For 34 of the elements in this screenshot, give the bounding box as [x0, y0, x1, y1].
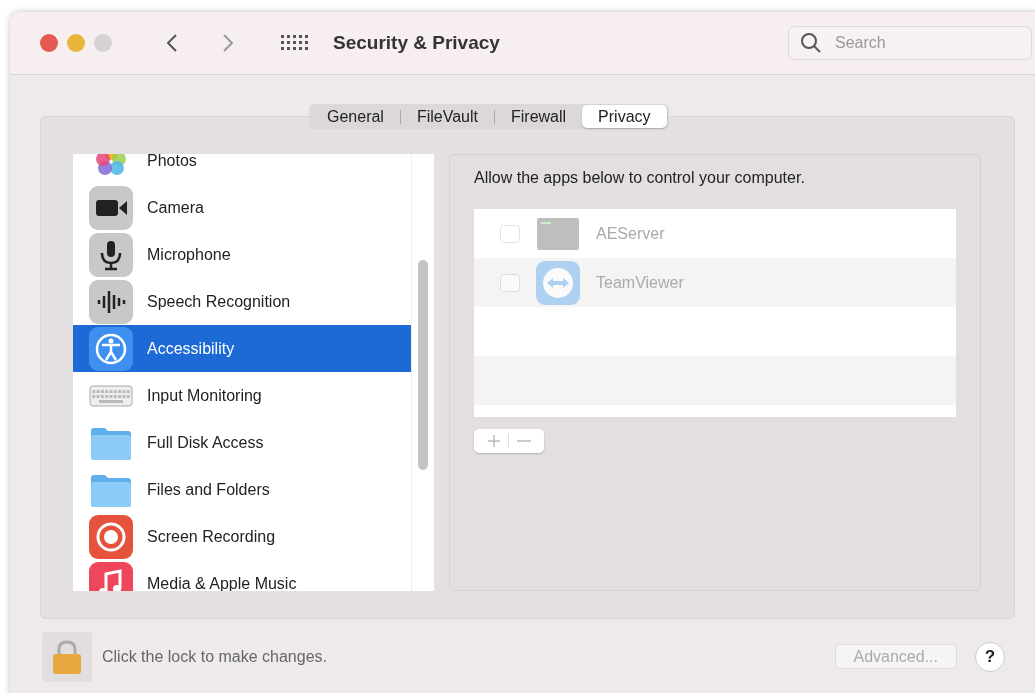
category-item[interactable]: Screen Recording [73, 513, 411, 560]
category-item[interactable]: Files and Folders [73, 466, 411, 513]
microphone-icon [89, 232, 133, 277]
scrollbar-thumb[interactable] [418, 260, 428, 470]
grid-icon[interactable] [281, 35, 309, 51]
category-item[interactable]: Media & Apple Music [73, 560, 411, 591]
back-icon[interactable] [165, 33, 179, 53]
category-item[interactable]: Photos [73, 154, 411, 184]
category-item[interactable]: Speech Recognition [73, 278, 411, 325]
record-icon [89, 514, 133, 559]
help-button[interactable]: ? [975, 641, 1005, 672]
video-camera-icon [89, 185, 133, 230]
lock-button[interactable] [42, 631, 92, 682]
waveform-icon [89, 279, 133, 324]
category-item[interactable]: Camera [73, 184, 411, 231]
close-button[interactable] [40, 34, 58, 52]
zoom-button[interactable] [94, 34, 112, 52]
tab[interactable]: FileVault [400, 105, 494, 128]
category-item[interactable]: Input Monitoring [73, 372, 411, 419]
lock-hint: Click the lock to make changes. [102, 647, 327, 666]
search-icon [800, 32, 822, 54]
category-item[interactable]: Microphone [73, 231, 411, 278]
window-title: Security & Privacy [333, 32, 500, 54]
detail-heading: Allow the apps below to control your computer. [474, 169, 806, 187]
tab[interactable]: Privacy [582, 105, 667, 128]
category-item[interactable]: Full Disk Access [73, 419, 411, 466]
forward-icon[interactable] [221, 33, 235, 53]
tab[interactable]: General [311, 105, 400, 128]
minimize-button[interactable] [67, 34, 85, 52]
tab[interactable]: Firewall [495, 105, 583, 128]
padlock-icon [50, 638, 84, 675]
category-item[interactable]: Accessibility [73, 325, 411, 372]
accessibility-icon [89, 326, 133, 371]
search-field[interactable]: Search [788, 26, 1032, 60]
